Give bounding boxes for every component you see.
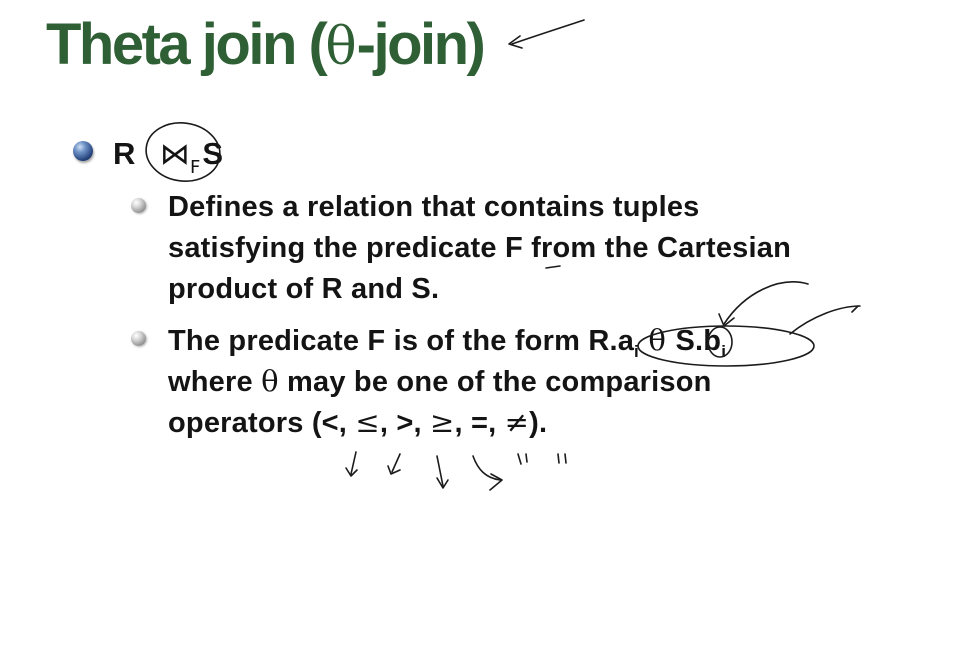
greater-equal-symbol: ≥	[430, 405, 455, 439]
where-text: where	[168, 366, 262, 398]
sub-bullet-icon	[131, 331, 146, 346]
subscript-i: i	[721, 342, 727, 361]
annotation-mark-ne	[557, 453, 567, 464]
less-equal-symbol: ≤	[355, 405, 380, 439]
predicate-prefix: The predicate F is of the form R.a	[168, 325, 635, 357]
operators-prefix: operators (<,	[168, 407, 356, 439]
title-suffix: -join)	[356, 12, 486, 77]
predicate-line-2: where θ may be one of the comparison	[168, 361, 712, 403]
annotation-mark-eq	[517, 453, 528, 465]
annotation-arrow-op-2	[391, 453, 401, 473]
greater-than-text: , >,	[379, 407, 430, 439]
slide: Theta join (θ-join) R ⋈FS Defines a rela…	[0, 0, 968, 662]
annotation-arrowhead-op-3	[436, 477, 449, 489]
annotation-arrow-tail-2	[851, 305, 859, 313]
annotation-arrow-curve-2	[789, 305, 861, 335]
annotation-arrowhead-op-4	[489, 473, 503, 491]
annotation-arrowhead-op-2	[387, 465, 401, 475]
join-subscript: F	[190, 157, 201, 178]
annotation-arrowhead-title	[508, 35, 523, 49]
not-equal-symbol: ≠	[504, 405, 530, 439]
bullet-join-expression: R ⋈FS	[113, 134, 223, 179]
comparison-text: may be one of the comparison	[278, 366, 712, 398]
relation-s: S	[202, 136, 224, 171]
title-theta-symbol: θ	[325, 17, 357, 77]
annotation-arrow-op-4	[472, 455, 501, 481]
annotation-arrowhead-op-1	[345, 467, 358, 477]
equals-text: , =,	[454, 407, 505, 439]
definition-line-2: satisfying the predicate F from the Cart…	[168, 232, 791, 264]
join-symbol: ⋈	[160, 137, 191, 172]
annotation-arrow-title	[511, 19, 585, 45]
annotation-arrow-op-3	[436, 455, 444, 487]
attribute-sb: S.b	[675, 325, 722, 357]
theta-symbol: θ	[261, 364, 279, 398]
definition-line-3: product of R and S.	[168, 273, 440, 305]
annotation-arrow-curve-1	[723, 281, 809, 325]
title-prefix: Theta join (	[46, 12, 328, 77]
operators-suffix: ).	[529, 407, 548, 439]
theta-join-symbol: ⋈F	[158, 135, 202, 179]
slide-title: Theta join (θ-join)	[46, 10, 486, 82]
relation-r: R	[113, 136, 136, 171]
theta-symbol: θ	[638, 323, 676, 357]
annotation-arrow-op-1	[350, 451, 357, 475]
definition-line-1: Defines a relation that contains tuples	[168, 191, 700, 223]
sub-bullet-icon	[131, 198, 146, 213]
subscript-i: i	[634, 342, 639, 361]
bullet-icon	[73, 141, 93, 161]
predicate-line-1: The predicate F is of the form R.ai θ S.…	[168, 320, 726, 365]
predicate-line-3: operators (<, ≤, >, ≥, =, ≠).	[168, 402, 547, 444]
